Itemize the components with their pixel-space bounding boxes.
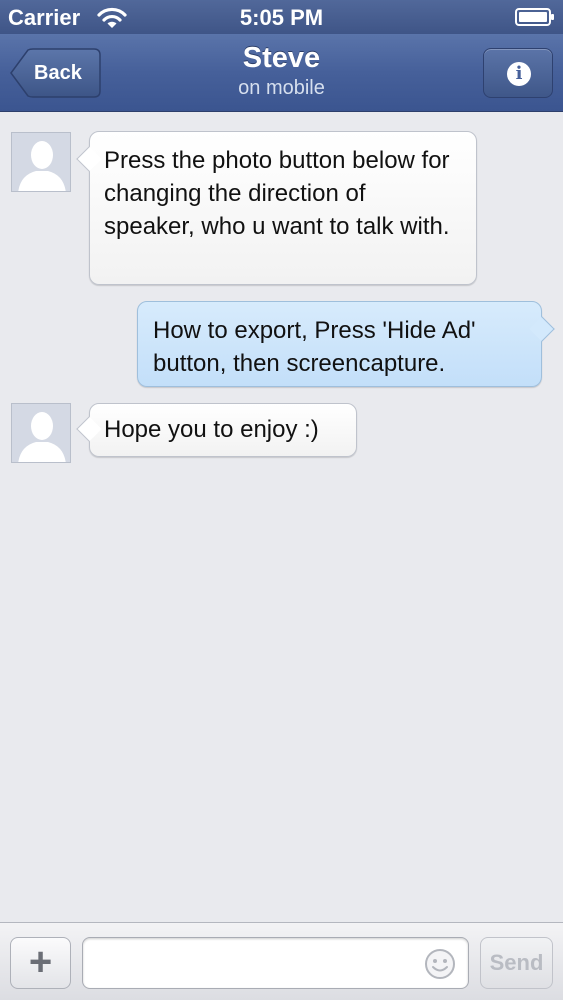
avatar[interactable]: [11, 403, 71, 463]
message-text: Press the photo button below for changin…: [104, 147, 450, 240]
message-bubble-outgoing: How to export, Press 'Hide Ad' button, t…: [137, 301, 555, 387]
message-input[interactable]: [82, 937, 469, 989]
bubble-tail: [529, 316, 555, 342]
message-bubble-incoming: Press the photo button below for changin…: [76, 131, 477, 285]
info-icon: i: [507, 62, 531, 86]
send-button[interactable]: Send: [480, 937, 553, 989]
battery-icon: [515, 8, 554, 26]
person-silhouette-icon: [18, 141, 66, 191]
person-silhouette-icon: [18, 412, 66, 462]
back-label: Back: [34, 62, 82, 84]
info-button[interactable]: i: [483, 48, 553, 98]
message-bubble-incoming: Hope you to enjoy :): [76, 403, 357, 457]
navigation-bar: Back Steve on mobile i: [0, 34, 563, 112]
bubble-tail: [76, 416, 102, 442]
clock: 5:05 PM: [239, 5, 324, 30]
status-bar: Carrier 5:05 PM: [0, 0, 563, 34]
back-button[interactable]: Back: [10, 48, 101, 98]
compose-toolbar: + Send: [0, 922, 563, 1000]
add-button[interactable]: +: [10, 937, 71, 989]
message-text: Hope you to enjoy :): [104, 416, 319, 443]
smiley-icon[interactable]: [424, 948, 456, 980]
bubble-tail: [76, 146, 102, 172]
contact-name: Steve: [242, 42, 321, 74]
message-text: How to export, Press 'Hide Ad' button, t…: [153, 317, 476, 377]
avatar[interactable]: [11, 132, 71, 192]
conversation-header: Steve on mobile: [120, 42, 443, 100]
contact-status: on mobile: [238, 77, 325, 99]
